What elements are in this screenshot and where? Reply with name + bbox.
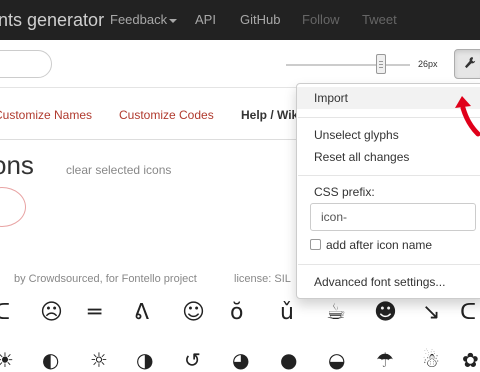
menu-advanced-settings[interactable]: Advanced font settings... (297, 271, 480, 293)
glyph-icon[interactable]: ◕ (232, 348, 249, 372)
glyph-icon[interactable]: ● (280, 348, 297, 372)
navbar: nts generator Feedback API GitHub Follow… (0, 0, 480, 40)
nav-github[interactable]: GitHub (240, 12, 280, 27)
add-after-label[interactable]: add after icon name (326, 238, 432, 252)
nav-api[interactable]: API (195, 12, 216, 27)
font-license[interactable]: license: SIL (234, 273, 291, 285)
caret-down-icon (169, 18, 178, 23)
font-author: by Crowdsourced, for Fontello project (14, 273, 197, 285)
selected-glyph-circle[interactable] (0, 187, 26, 227)
glyph-icon[interactable]: ᕕ (134, 300, 149, 325)
glyph-size-label: 26px (418, 59, 438, 69)
glyph-icon[interactable]: ☻ (374, 300, 397, 325)
tab-help-wiki[interactable]: Help / Wiki (241, 108, 302, 122)
nav-follow[interactable]: Follow (302, 12, 340, 27)
glyph-icon[interactable]: ═ (88, 300, 101, 325)
glyph-icon[interactable]: ◑ (136, 348, 153, 372)
glyph-grid-row: ᑕ ☹ ═ ᕕ ☺ ŏ ǔ ☕ ☻ ↘ ᑕ (0, 300, 480, 336)
tab-customize-names[interactable]: Customize Names (0, 108, 92, 122)
settings-button[interactable] (454, 49, 480, 79)
nav-feedback[interactable]: Feedback (110, 12, 178, 27)
add-after-checkbox[interactable] (310, 239, 321, 250)
glyph-icon[interactable]: ☀ (0, 348, 14, 372)
glyph-icon[interactable]: ◐ (42, 348, 59, 372)
glyph-icon[interactable]: ☂ (376, 348, 394, 372)
glyph-icon[interactable]: ↘ (422, 300, 440, 325)
glyph-icon[interactable]: ☕ (326, 300, 346, 325)
glyph-icon[interactable]: ↺ (184, 348, 201, 372)
glyph-icon[interactable]: ☹ (40, 300, 63, 325)
glyph-icon[interactable]: ☺ (182, 300, 205, 325)
glyph-size-slider[interactable] (286, 64, 410, 66)
glyph-grid-row: ☀ ◐ ☼ ◑ ↺ ◕ ● ◒ ☂ ☃ ✿ (0, 348, 480, 372)
slider-handle[interactable] (376, 54, 386, 74)
menu-divider (298, 264, 480, 265)
glyph-icon[interactable]: ✿ (462, 348, 479, 372)
menu-divider (298, 175, 480, 176)
css-prefix-input[interactable]: icon- (310, 203, 476, 231)
nav-tweet[interactable]: Tweet (362, 12, 397, 27)
glyph-icon[interactable]: ᑕ (460, 300, 476, 325)
glyph-icon[interactable]: ǔ (280, 300, 294, 325)
glyph-icon[interactable]: ŏ (230, 300, 243, 325)
glyph-icon[interactable]: ◒ (328, 348, 345, 372)
brand-title[interactable]: nts generator (0, 10, 104, 31)
search-input[interactable] (0, 50, 52, 78)
tab-customize-codes[interactable]: Customize Codes (119, 108, 214, 122)
css-prefix-label: CSS prefix: (314, 185, 375, 199)
glyph-icon[interactable]: ☼ (90, 348, 108, 372)
clear-selected-link[interactable]: clear selected icons (66, 163, 171, 177)
glyph-icon[interactable]: ᑕ (0, 300, 10, 325)
wrench-icon (464, 56, 476, 73)
menu-reset-changes[interactable]: Reset all changes (297, 146, 480, 168)
glyph-icon[interactable]: ☃ (422, 348, 440, 372)
annotation-arrow-icon (455, 96, 480, 137)
section-title: ons (0, 150, 34, 180)
